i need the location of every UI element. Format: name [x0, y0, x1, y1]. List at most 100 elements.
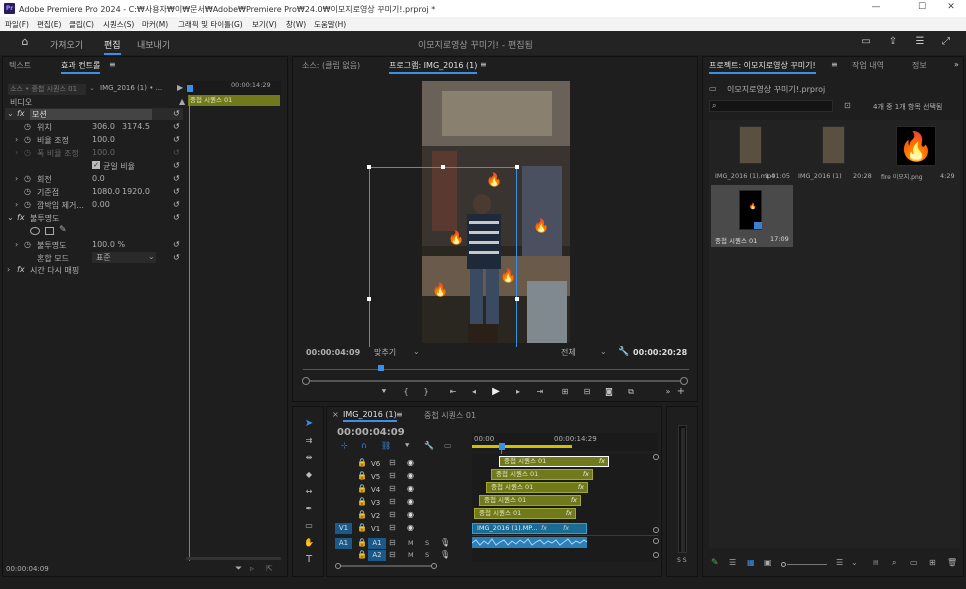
icon-view-icon[interactable]: ▦	[747, 558, 755, 567]
comparison-view-icon[interactable]: ⧉	[626, 387, 636, 397]
tab-export[interactable]: 내보내기	[137, 38, 170, 51]
lift-icon[interactable]: ⊞	[560, 387, 570, 397]
track-name[interactable]: V1	[371, 525, 380, 533]
eye-icon[interactable]: ◉	[407, 471, 414, 480]
slip-icon[interactable]: ↔	[304, 487, 314, 497]
nest-icon[interactable]: ⊹	[341, 441, 348, 450]
sync-lock-icon[interactable]: ⊟	[389, 484, 396, 493]
timeline-clip[interactable]: 중첩 시퀀스 01 fx	[491, 469, 593, 480]
reset-icon[interactable]: ↺	[173, 136, 181, 144]
mute-button[interactable]: M	[408, 551, 414, 559]
stopwatch-icon[interactable]: ◷	[24, 174, 31, 183]
go-to-out-icon[interactable]: ⇥	[535, 387, 545, 397]
media-thumbnail[interactable]	[822, 126, 845, 164]
captions-icon[interactable]: ▭	[444, 441, 452, 450]
tab-text[interactable]: 텍스트	[9, 60, 31, 71]
extract-icon[interactable]: ⊟	[582, 387, 592, 397]
timeline-clip[interactable]: 중첩 시퀀스 01 fx	[474, 508, 576, 519]
microphone-icon[interactable]: 🎙	[440, 550, 450, 559]
track-name[interactable]: V5	[371, 473, 380, 481]
add-marker-icon[interactable]: ⯆	[379, 387, 389, 397]
stopwatch-icon[interactable]: ◷	[24, 148, 31, 157]
chevron-down-icon[interactable]: ⌄	[851, 558, 858, 567]
step-forward-icon[interactable]: ▸	[513, 387, 523, 397]
expand-icon[interactable]: ⌄	[7, 213, 14, 222]
mute-button[interactable]: M	[408, 539, 414, 547]
lock-icon[interactable]: 🔒	[357, 538, 367, 547]
search-input[interactable]	[709, 100, 833, 112]
track-scroll-handle[interactable]	[653, 538, 659, 544]
reset-icon[interactable]: ↺	[173, 241, 181, 249]
sync-lock-icon[interactable]: ⊟	[389, 497, 396, 506]
reset-icon[interactable]: ↺	[173, 214, 181, 222]
opacity-value[interactable]: 100.0 %	[92, 240, 125, 249]
tab-history[interactable]: 작업 내역	[852, 60, 884, 71]
track-name[interactable]: V2	[371, 512, 380, 520]
close-button[interactable]: ✕	[944, 2, 958, 14]
timeline-timecode[interactable]: 00:00:04:09	[337, 427, 405, 438]
play-icon[interactable]: ▶	[491, 387, 501, 397]
transform-handle[interactable]	[441, 165, 445, 169]
tab-sequence-main[interactable]: IMG_2016 (1)	[343, 410, 397, 422]
zoom-handle[interactable]	[431, 563, 437, 569]
reset-icon[interactable]: ↺	[173, 123, 181, 131]
timeline-clip[interactable]: 중첩 시퀀스 01 fx	[486, 482, 588, 493]
expand-icon[interactable]: ›	[15, 174, 18, 183]
blend-mode-select[interactable]: 표준	[92, 252, 156, 263]
sequence-thumbnail[interactable]: 🔥	[739, 190, 762, 230]
program-scrub-bar[interactable]	[303, 365, 689, 375]
zoom-handle[interactable]	[302, 377, 310, 385]
pen-mask-icon[interactable]: ✎	[59, 225, 67, 235]
snap-icon[interactable]: ∩	[361, 441, 367, 450]
timeline-clip[interactable]: 중첩 시퀀스 01 fx	[479, 495, 581, 506]
menu-view[interactable]: 보기(V)	[252, 19, 277, 30]
clip-selector[interactable]: IMG_2016 (1) • ...	[100, 84, 162, 92]
reset-icon[interactable]: ↺	[173, 110, 181, 118]
lock-icon[interactable]: 🔒	[357, 510, 367, 519]
list-view-icon[interactable]: ☰	[729, 558, 736, 567]
playhead[interactable]	[187, 85, 193, 92]
share-icon[interactable]: ⇪	[887, 36, 899, 48]
rectangle-icon[interactable]: ▭	[304, 521, 314, 531]
tab-import[interactable]: 가져오기	[50, 38, 83, 51]
eye-icon[interactable]: ◉	[407, 497, 414, 506]
automate-icon[interactable]: ▤	[873, 559, 879, 566]
sync-lock-icon[interactable]: ⊟	[389, 471, 396, 480]
menu-file[interactable]: 파일(F)	[5, 19, 29, 30]
lock-icon[interactable]: 🔒	[357, 471, 367, 480]
go-to-in-icon[interactable]: ⇤	[448, 387, 458, 397]
menu-graphics[interactable]: 그래픽 및 타이틀(G)	[178, 19, 243, 30]
menu-clip[interactable]: 클립(C)	[69, 19, 94, 30]
play-audio-icon[interactable]: ▹	[250, 564, 254, 573]
eye-icon[interactable]: ◉	[407, 510, 414, 519]
rotation-value[interactable]: 0.0	[92, 174, 105, 183]
eye-icon[interactable]: ◉	[407, 458, 414, 467]
menu-sequence[interactable]: 시퀀스(S)	[103, 19, 134, 30]
sync-lock-icon[interactable]: ⊟	[389, 523, 396, 532]
home-icon[interactable]: ⌂	[19, 36, 31, 48]
menu-marker[interactable]: 마커(M)	[142, 19, 168, 30]
work-area-bar[interactable]	[472, 445, 572, 448]
panel-menu-icon[interactable]: ≡	[396, 410, 403, 419]
timeline-clip[interactable]: IMG_2016 (1).MP... fx fx	[472, 523, 587, 534]
source-select[interactable]: 소스 • 중첩 시퀀스 01	[8, 84, 86, 95]
stopwatch-icon[interactable]: ◷	[24, 240, 31, 249]
new-bin-icon[interactable]: ⊡	[844, 101, 851, 110]
anchor-x-value[interactable]: 1080.0	[92, 187, 120, 196]
tab-info[interactable]: 정보	[912, 60, 927, 71]
timeline-scrollbar[interactable]	[341, 565, 431, 567]
transform-handle[interactable]	[515, 165, 519, 169]
sync-lock-icon[interactable]: ⊟	[389, 550, 396, 559]
export-frame-icon[interactable]: ⇱	[266, 564, 273, 573]
solo-button[interactable]: S	[425, 551, 429, 559]
menu-help[interactable]: 도움말(H)	[314, 19, 346, 30]
track-scroll-handle[interactable]	[653, 552, 659, 558]
track-name[interactable]: A1	[368, 538, 386, 549]
lock-icon[interactable]: 🔒	[357, 484, 367, 493]
media-thumbnail[interactable]	[739, 126, 762, 164]
anchor-y-value[interactable]: 1920.0	[122, 187, 150, 196]
fire-emoji-thumbnail[interactable]: 🔥	[896, 126, 936, 166]
track-name[interactable]: V6	[371, 460, 380, 468]
position-y-value[interactable]: 3174.5	[122, 122, 150, 131]
add-marker-icon[interactable]: ⯆	[404, 441, 410, 451]
